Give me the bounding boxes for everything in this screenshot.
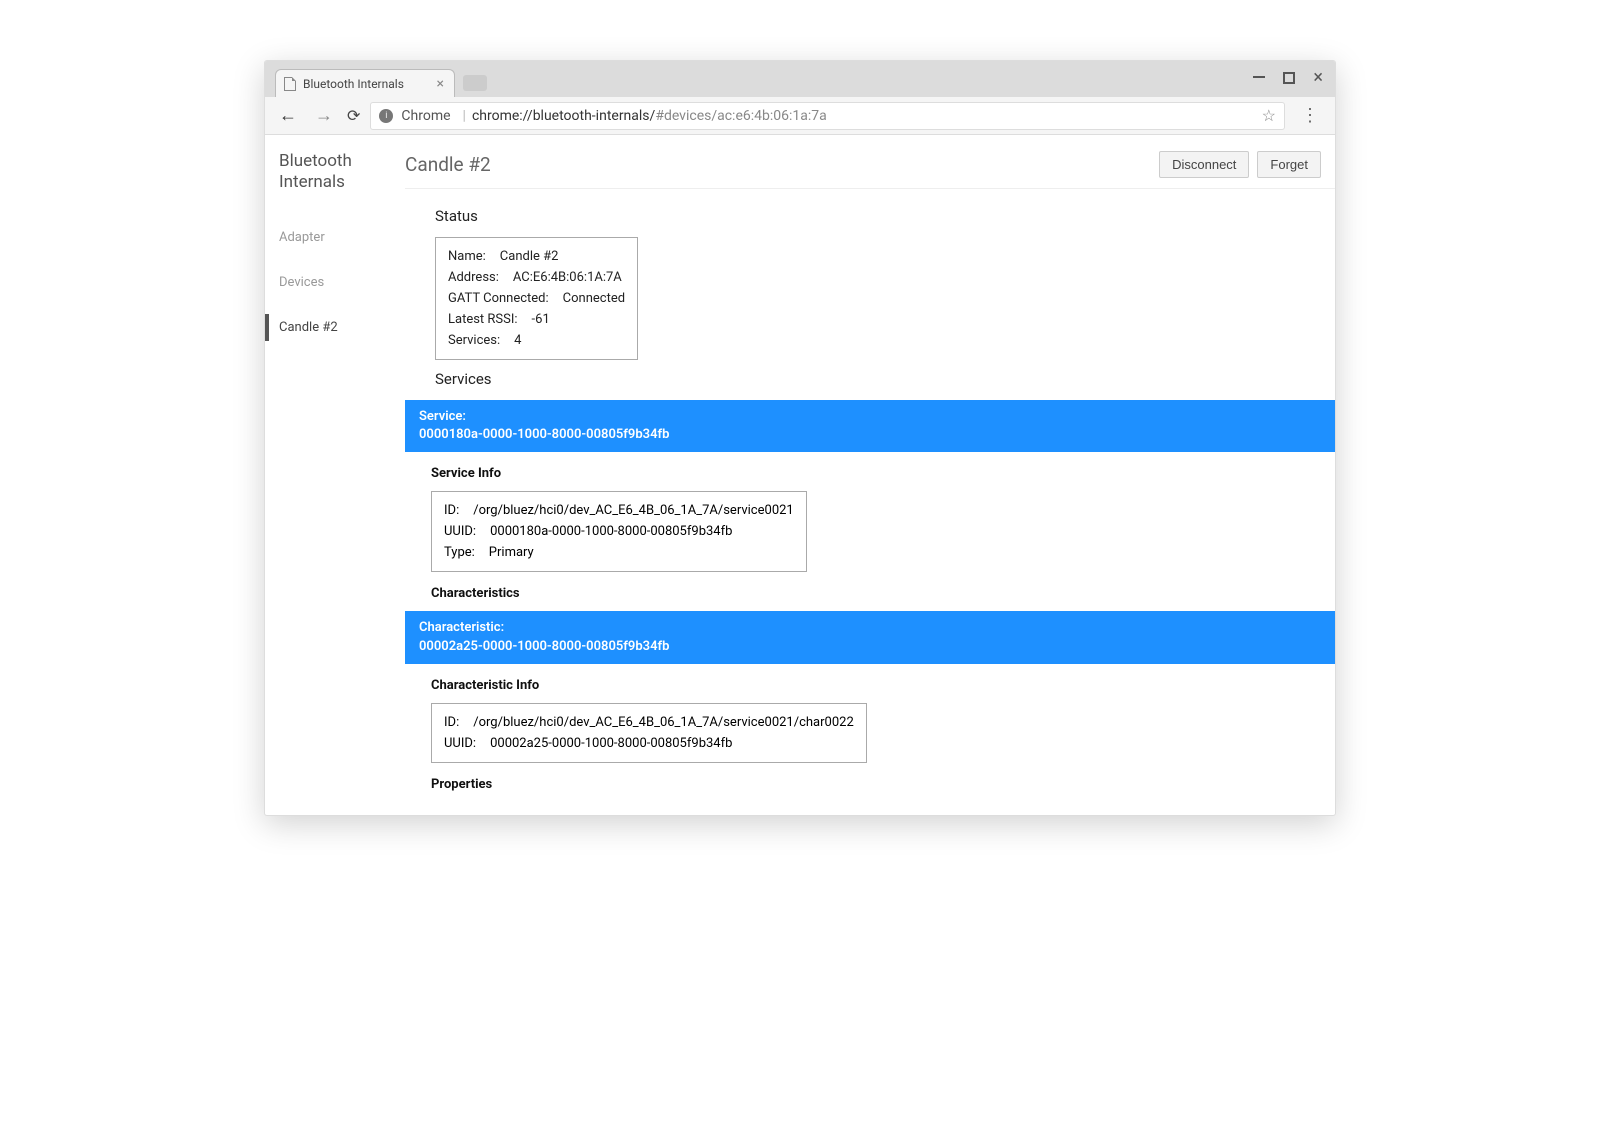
service-type: Primary <box>489 545 534 560</box>
header-row: Candle #2 Disconnect Forget <box>405 151 1335 189</box>
service-uuid: 0000180a-0000-1000-8000-00805f9b34fb <box>419 427 669 442</box>
new-tab-button[interactable] <box>463 75 487 91</box>
status-section: Status Name:Candle #2 Address:AC:E6:4B:0… <box>405 189 1335 360</box>
characteristic-uuid: 00002a25-0000-1000-8000-00805f9b34fb <box>419 639 669 654</box>
sidebar-item-candle2[interactable]: Candle #2 <box>265 314 405 341</box>
status-address: AC:E6:4B:06:1A:7A <box>513 270 622 285</box>
forget-button[interactable]: Forget <box>1257 151 1321 178</box>
sidebar-item-adapter[interactable]: Adapter <box>279 224 405 251</box>
characteristic-header-bar[interactable]: Characteristic: 00002a25-0000-1000-8000-… <box>405 611 1335 663</box>
service-header-bar[interactable]: Service: 0000180a-0000-1000-8000-00805f9… <box>405 400 1335 452</box>
properties-heading: Properties <box>431 777 1335 792</box>
url-host: chrome://bluetooth-internals/ <box>472 108 655 124</box>
sidebar: Bluetooth Internals Adapter Devices Cand… <box>265 135 405 815</box>
service-info-section: Service Info ID:/org/bluez/hci0/dev_AC_E… <box>405 452 1335 572</box>
characteristic-info-section: Characteristic Info ID:/org/bluez/hci0/d… <box>405 664 1335 763</box>
page-content: Bluetooth Internals Adapter Devices Cand… <box>265 135 1335 815</box>
app-title: Bluetooth Internals <box>279 151 405 194</box>
site-info-icon[interactable]: i <box>379 109 393 123</box>
browser-window: Bluetooth Internals × × ← → ⟳ i Chrome |… <box>264 60 1336 816</box>
bookmark-star-icon[interactable]: ☆ <box>1262 106 1276 125</box>
status-services-count: 4 <box>514 333 521 348</box>
tab-title: Bluetooth Internals <box>303 77 404 91</box>
characteristics-heading: Characteristics <box>431 586 1335 601</box>
titlebar: Bluetooth Internals × × <box>265 61 1335 97</box>
address-bar: ← → ⟳ i Chrome | chrome://bluetooth-inte… <box>265 97 1335 135</box>
status-heading: Status <box>435 207 1319 225</box>
main: Candle #2 Disconnect Forget Status Name:… <box>405 135 1335 815</box>
services-section: Services <box>405 360 1335 388</box>
omnibox[interactable]: i Chrome | chrome://bluetooth-internals/… <box>370 102 1285 130</box>
services-heading: Services <box>435 370 1319 388</box>
characteristic-info-uuid: 00002a25-0000-1000-8000-00805f9b34fb <box>490 736 732 751</box>
service-info-heading: Service Info <box>431 466 1335 481</box>
tab-close-icon[interactable]: × <box>437 77 444 91</box>
browser-tab[interactable]: Bluetooth Internals × <box>275 69 455 97</box>
status-box: Name:Candle #2 Address:AC:E6:4B:06:1A:7A… <box>435 237 638 360</box>
service-info-box: ID:/org/bluez/hci0/dev_AC_E6_4B_06_1A_7A… <box>431 491 807 572</box>
window-controls: × <box>1253 69 1323 87</box>
service-info-uuid: 0000180a-0000-1000-8000-00805f9b34fb <box>490 524 732 539</box>
url-path: #devices/ac:e6:4b:06:1a:7a <box>655 108 826 124</box>
characteristics-section: Characteristics <box>405 572 1335 601</box>
maximize-icon[interactable] <box>1283 72 1295 84</box>
status-rssi: -61 <box>532 312 550 327</box>
characteristic-info-heading: Characteristic Info <box>431 678 1335 693</box>
status-gatt: Connected <box>563 291 625 306</box>
characteristic-info-box: ID:/org/bluez/hci0/dev_AC_E6_4B_06_1A_7A… <box>431 703 867 763</box>
properties-section: Properties <box>405 763 1335 808</box>
page-title: Candle #2 <box>405 153 491 176</box>
close-icon[interactable]: × <box>1313 69 1323 87</box>
page-icon <box>284 77 296 91</box>
disconnect-button[interactable]: Disconnect <box>1159 151 1249 178</box>
reload-button[interactable]: ⟳ <box>347 106 360 125</box>
sidebar-item-devices[interactable]: Devices <box>279 269 405 296</box>
browser-menu-icon[interactable]: ⋮ <box>1295 105 1325 126</box>
service-id: /org/bluez/hci0/dev_AC_E6_4B_06_1A_7A/se… <box>473 503 794 518</box>
minimize-icon[interactable] <box>1253 76 1265 78</box>
status-name: Candle #2 <box>500 249 559 264</box>
characteristic-id: /org/bluez/hci0/dev_AC_E6_4B_06_1A_7A/se… <box>473 715 854 730</box>
url-scheme-label: Chrome <box>401 108 450 124</box>
forward-button[interactable]: → <box>311 103 337 128</box>
back-button[interactable]: ← <box>275 103 301 128</box>
